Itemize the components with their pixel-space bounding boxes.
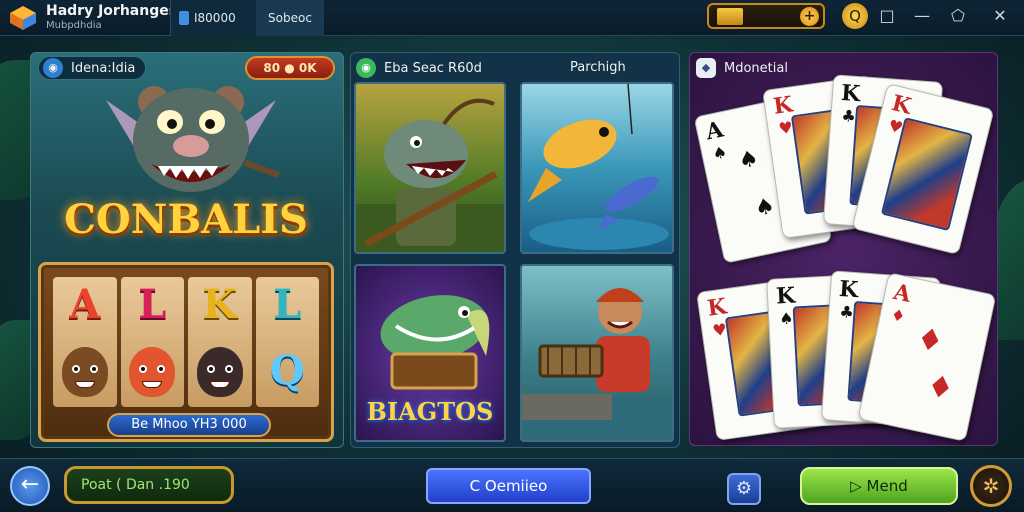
reel-letter: L [138, 281, 167, 328]
card-panel-header: ◆ Mdonetial [696, 56, 788, 80]
app-logo-icon [10, 6, 36, 30]
tab-select[interactable]: Sobeoc [256, 0, 324, 36]
close-icon[interactable]: ✕ [990, 6, 1010, 26]
reel-letter: L [273, 281, 302, 328]
game-tile-jumping-fish[interactable] [520, 82, 674, 254]
card-rank: K [775, 282, 796, 310]
app-subtitle: Mubpdhdia [46, 20, 102, 31]
card-rank: K [705, 293, 729, 322]
spade-icon: ♠ [752, 193, 778, 223]
bass-game-title: BIAGTOS [366, 397, 494, 426]
card-rank: A [703, 116, 726, 146]
play-button[interactable]: ▷ Mend [800, 467, 958, 505]
phone-icon [179, 11, 189, 25]
points-label: Poat ( Dan .190 [81, 477, 190, 493]
jackpot-badge: 80 ● 0K [245, 56, 335, 80]
character-face-icon [196, 347, 243, 397]
diamond-icon: ♦ [913, 320, 947, 361]
reel-column: A [53, 277, 117, 407]
river-fisherman-image [522, 288, 672, 440]
reel-column: K [188, 277, 252, 407]
center-action-button[interactable]: C Oemiieo [426, 468, 591, 504]
slot-panel-title: Idena:Idia [71, 60, 136, 76]
card-rank: K [771, 91, 795, 120]
menu-button[interactable]: ✲ [970, 465, 1012, 507]
leaf-icon: ◉ [356, 58, 376, 78]
treasure-chest-icon [717, 8, 743, 25]
add-balance-button[interactable]: + [800, 7, 819, 26]
tab-coins-label: Ⅰ80000 [194, 11, 236, 25]
reel-info-bar[interactable]: Be Mhoo YH3 000 [107, 413, 271, 437]
slot-reels[interactable]: A L K L Q Be Mhoo YH3 000 [38, 262, 334, 442]
globe-icon: ◉ [43, 58, 63, 78]
fishing-panel-header: ◉ Eba Seac R60d [356, 56, 674, 80]
reel-symbol-q: Q [269, 347, 305, 394]
jumping-fish-image [528, 84, 669, 250]
spade-icon: ♠ [736, 145, 761, 175]
anglerfish-fisherman-image [356, 98, 504, 252]
back-button[interactable]: ← [10, 466, 50, 506]
card-panel-title: Mdonetial [724, 60, 788, 76]
spade-icon: ♠ [778, 308, 795, 329]
fishing-panel-subtitle: Parchigh [570, 60, 626, 75]
character-face-icon [61, 347, 108, 397]
diamond-icon: ♦ [923, 368, 958, 408]
fishing-panel-title: Eba Seac R60d [384, 60, 482, 76]
game-logo-text: CONBALIS [64, 196, 308, 243]
shield-icon[interactable]: ⬠ [948, 6, 968, 26]
settings-gear-icon[interactable]: ⚙ [727, 473, 761, 505]
reel-letter: A [69, 281, 101, 328]
game-tile-anglerfish[interactable] [354, 82, 506, 254]
reel-column: L [120, 277, 184, 407]
game-tile-bass[interactable]: BIAGTOS [354, 264, 506, 442]
minimize-icon[interactable]: — [912, 6, 932, 26]
slot-panel-header: ◉ Idena:Idia [38, 56, 147, 80]
reel-letter: K [202, 281, 238, 328]
app-title: Hadry Jorhanges [46, 3, 178, 19]
restore-icon[interactable]: □ [877, 6, 897, 26]
search-button[interactable]: Q [842, 3, 868, 29]
points-display[interactable]: Poat ( Dan .190 [64, 466, 234, 504]
reel-column: L Q [255, 277, 319, 407]
balance-pill[interactable]: + [707, 3, 825, 29]
card-rank: K [838, 275, 860, 304]
reel-grid: A L K L Q [53, 277, 319, 407]
diamond-icon: ♦ [889, 304, 908, 327]
character-face-icon [129, 347, 176, 397]
diamond-icon: ◆ [696, 58, 716, 78]
top-bar: Hadry Jorhanges Mubpdhdia Ⅰ80000 Sobeoc … [0, 0, 1024, 36]
card-rank: A [891, 278, 914, 308]
card-rank: K [889, 89, 914, 120]
tab-select-label: Sobeoc [268, 11, 312, 25]
monster-mascot-image [106, 86, 280, 192]
spade-icon: ♠ [710, 142, 729, 164]
game-tile-river-fisherman[interactable] [520, 264, 674, 442]
card-rank: K [840, 79, 862, 108]
tab-coins[interactable]: Ⅰ80000 [170, 0, 256, 36]
